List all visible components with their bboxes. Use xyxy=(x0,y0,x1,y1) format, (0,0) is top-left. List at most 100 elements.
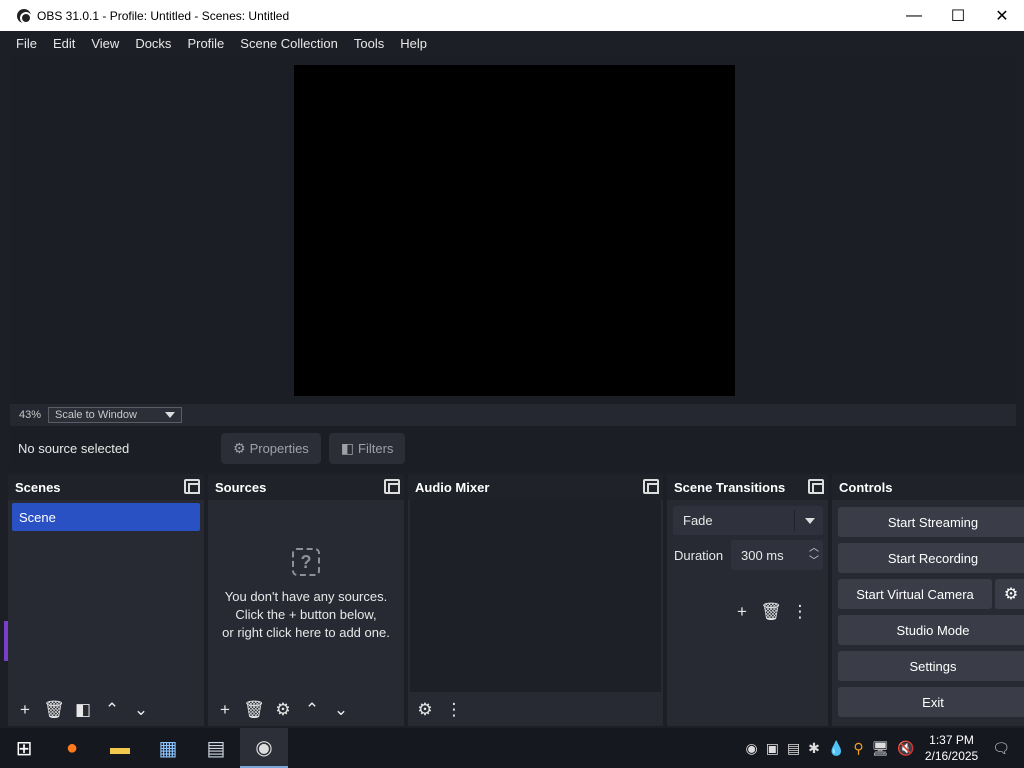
scene-transitions-dock: Scene Transitions Fade Duration 300 ms ︿… xyxy=(667,474,828,726)
network-tray-icon[interactable]: 🖥 xyxy=(872,740,890,757)
title-bar: OBS 31.0.1 - Profile: Untitled - Scenes:… xyxy=(0,0,1024,31)
close-button[interactable]: ✕ xyxy=(980,0,1024,31)
menu-scene-collection[interactable]: Scene Collection xyxy=(232,36,346,51)
menu-help[interactable]: Help xyxy=(392,36,435,51)
sources-list[interactable]: ? You don't have any sources. Click the … xyxy=(210,500,402,726)
transitions-header: Scene Transitions xyxy=(667,474,828,500)
move-source-up-button[interactable]: ⌃ xyxy=(299,697,325,723)
scene-list-item[interactable]: Scene xyxy=(12,503,200,531)
studio-mode-button[interactable]: Studio Mode xyxy=(838,615,1024,645)
filter-icon: ◧ xyxy=(340,440,355,456)
audio-mixer-footer: ⚙ ⋮ xyxy=(408,694,663,726)
properties-button[interactable]: ⚙ Properties xyxy=(221,433,321,464)
move-source-down-button[interactable]: ⌄ xyxy=(328,697,354,723)
minimize-button[interactable]: — xyxy=(892,0,936,31)
search-icon[interactable]: ⚲ xyxy=(853,740,863,757)
controls-header: Controls xyxy=(832,474,1024,500)
taskbar-file-explorer[interactable]: ▬ xyxy=(96,728,144,768)
scenes-dock-title: Scenes xyxy=(15,479,61,495)
preview-canvas[interactable] xyxy=(294,65,735,396)
start-button[interactable]: ⊞ xyxy=(0,728,48,768)
obs-logo-icon xyxy=(17,8,32,24)
exit-button[interactable]: Exit xyxy=(838,687,1024,717)
duration-label: Duration xyxy=(674,548,724,563)
taskbar-app-4[interactable]: ▤ xyxy=(192,728,240,768)
windows-icon: ⊞ xyxy=(15,737,33,760)
undock-icon[interactable] xyxy=(643,479,659,494)
scenes-dock: Scenes Scene + 🗑 ◧ ⌃ ⌄ xyxy=(8,474,204,726)
start-virtual-camera-button[interactable]: Start Virtual Camera xyxy=(838,579,992,609)
start-recording-button[interactable]: Start Recording xyxy=(838,543,1024,573)
undock-icon[interactable] xyxy=(384,479,400,494)
transition-buttons: + 🗑 ⋮ xyxy=(729,599,816,625)
transition-menu-button[interactable]: ⋮ xyxy=(787,599,813,625)
obs-tray-icon[interactable]: ◉ xyxy=(745,740,757,757)
remove-source-button[interactable]: 🗑 xyxy=(241,697,267,723)
tray-tool-icon[interactable]: ✱ xyxy=(808,740,820,757)
scale-mode-select[interactable]: Scale to Window xyxy=(48,407,183,423)
move-scene-down-button[interactable]: ⌄ xyxy=(128,697,154,723)
undock-icon[interactable] xyxy=(808,479,824,494)
network-icon: ▤ xyxy=(206,737,226,760)
taskbar-app-3[interactable]: ▦ xyxy=(144,728,192,768)
audio-mixer-title: Audio Mixer xyxy=(415,479,490,495)
empty-line-3: or right click here to add one. xyxy=(222,625,390,640)
obs-icon: ◉ xyxy=(255,736,273,759)
sources-dock-title: Sources xyxy=(215,479,267,495)
side-accent xyxy=(4,621,8,661)
taskbar-obs[interactable]: ◉ xyxy=(240,728,288,768)
remove-scene-button[interactable]: 🗑 xyxy=(41,697,67,723)
audio-menu-button[interactable]: ⋮ xyxy=(441,697,467,723)
clock[interactable]: 1:37 PM 2/16/2025 xyxy=(925,732,978,764)
add-scene-button[interactable]: + xyxy=(12,697,38,723)
remove-transition-button[interactable]: 🗑 xyxy=(758,599,784,625)
select-divider xyxy=(794,510,795,531)
empty-line-1: You don't have any sources. xyxy=(224,589,388,604)
maximize-button[interactable]: ☐ xyxy=(936,0,980,31)
start-streaming-button[interactable]: Start Streaming xyxy=(838,507,1024,537)
menu-docks[interactable]: Docks xyxy=(127,36,179,51)
tray-app-icon[interactable]: ▣ xyxy=(766,740,779,757)
notepad-icon: ▦ xyxy=(158,737,178,760)
empty-line-2: Click the + button below, xyxy=(235,607,377,622)
drop-icon[interactable]: 💧 xyxy=(828,740,845,757)
chevron-down-icon xyxy=(805,518,815,524)
question-icon: ? xyxy=(292,548,320,576)
undock-icon[interactable] xyxy=(184,479,200,494)
audio-mixer-list[interactable] xyxy=(410,500,661,692)
transitions-body: Fade Duration 300 ms ︿ ﹀ + 🗑 ⋮ xyxy=(669,500,826,726)
taskbar-firefox[interactable]: ● xyxy=(48,728,96,768)
controls-title: Controls xyxy=(839,479,893,495)
scene-filters-button[interactable]: ◧ xyxy=(70,697,96,723)
transition-select[interactable]: Fade xyxy=(673,506,823,535)
source-properties-button[interactable]: ⚙ xyxy=(270,697,296,723)
menu-view[interactable]: View xyxy=(83,36,127,51)
volume-muted-icon[interactable]: 🔇 xyxy=(897,740,914,757)
notifications-icon[interactable]: 🗨 xyxy=(992,740,1010,757)
add-transition-button[interactable]: + xyxy=(729,599,755,625)
menu-edit[interactable]: Edit xyxy=(45,36,83,51)
menu-file[interactable]: File xyxy=(8,36,45,51)
transition-value: Fade xyxy=(683,513,713,528)
virtual-camera-settings-button[interactable]: ⚙ xyxy=(995,579,1024,609)
advanced-audio-button[interactable]: ⚙ xyxy=(412,697,438,723)
scenes-list[interactable]: Scene xyxy=(10,500,202,726)
settings-button[interactable]: Settings xyxy=(838,651,1024,681)
sources-dock: Sources ? You don't have any sources. Cl… xyxy=(208,474,404,726)
menu-profile[interactable]: Profile xyxy=(179,36,232,51)
window-controls: — ☐ ✕ xyxy=(892,0,1024,31)
window-title: OBS 31.0.1 - Profile: Untitled - Scenes:… xyxy=(37,8,290,23)
storage-icon[interactable]: ▤ xyxy=(787,740,800,757)
menu-tools[interactable]: Tools xyxy=(346,36,392,51)
move-scene-up-button[interactable]: ⌃ xyxy=(99,697,125,723)
duration-input[interactable]: 300 ms ︿ ﹀ xyxy=(731,540,823,570)
add-source-button[interactable]: + xyxy=(212,697,238,723)
taskbar: ⊞ ● ▬ ▦ ▤ ◉ ◉ ▣ ▤ ✱ 💧 ⚲ 🖥 🔇 1:37 PM 2/16… xyxy=(0,728,1024,768)
scenes-footer: + 🗑 ◧ ⌃ ⌄ xyxy=(8,694,204,726)
transitions-title: Scene Transitions xyxy=(674,479,786,495)
filters-button[interactable]: ◧ Filters xyxy=(328,433,406,464)
gear-icon: ⚙ xyxy=(1003,586,1019,603)
spin-arrows-icon[interactable]: ︿ ﹀ xyxy=(809,542,819,568)
audio-mixer-header: Audio Mixer xyxy=(408,474,663,500)
source-toolbar: No source selected ⚙ Properties ◧ Filter… xyxy=(10,426,1024,471)
